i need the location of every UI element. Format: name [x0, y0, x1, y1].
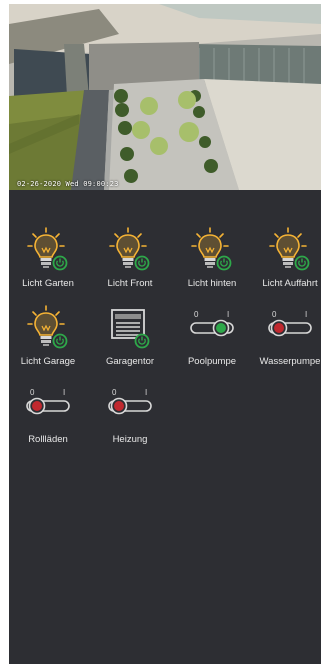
tile-label: Licht Garage: [20, 356, 76, 367]
tile-licht-garten[interactable]: Licht Garten: [9, 226, 87, 296]
light-bulb-icon: [191, 227, 232, 271]
tile-label: Garagentor: [105, 356, 155, 367]
tile-heizung[interactable]: 0 I Heizung: [91, 382, 169, 452]
dashboard-panel: 02-26-2020 Wed 09:00:23 Licht Garten Lic…: [9, 4, 321, 664]
switch-on-mark: I: [145, 388, 147, 397]
light-bulb-icon: [27, 305, 68, 349]
tile-licht-front[interactable]: Licht Front: [91, 226, 169, 296]
tile-label: Licht Front: [107, 278, 153, 289]
switch-off-mark: 0: [194, 310, 199, 319]
camera-feed[interactable]: 02-26-2020 Wed 09:00:23: [9, 4, 321, 190]
tile-label: Rollläden: [28, 434, 68, 445]
tile-label: Licht Auffahrt: [262, 278, 318, 289]
switch-on-mark: I: [305, 310, 307, 319]
switch-off-mark: 0: [30, 388, 35, 397]
tile-label: Wasserpumpe: [259, 356, 321, 367]
light-bulb-icon: [109, 227, 150, 271]
switch-off-mark: 0: [112, 388, 117, 397]
tile-garagentor[interactable]: Garagentor: [91, 304, 169, 374]
tile-licht-hinten[interactable]: Licht hinten: [173, 226, 251, 296]
tile-poolpumpe[interactable]: 0 I Poolpumpe: [173, 304, 251, 374]
tile-label: Licht hinten: [187, 278, 237, 289]
tile-rolllaeden[interactable]: 0 I Rollläden: [9, 382, 87, 452]
switch-on-mark: I: [63, 388, 65, 397]
tile-licht-garage[interactable]: Licht Garage: [9, 304, 87, 374]
tile-label: Heizung: [112, 434, 148, 445]
toggle-switch-off-icon: 0 I: [268, 310, 312, 337]
toggle-switch-on-icon: 0 I: [190, 310, 234, 337]
light-bulb-icon: [27, 227, 68, 271]
camera-image: [9, 4, 321, 190]
tile-wasserpumpe[interactable]: 0 I Wasserpumpe: [251, 304, 321, 374]
switch-on-mark: I: [227, 310, 229, 319]
camera-timestamp: 02-26-2020 Wed 09:00:23: [17, 180, 119, 188]
toggle-switch-off-icon: 0 I: [108, 388, 152, 415]
toggle-switch-off-icon: 0 I: [26, 388, 70, 415]
tile-label: Poolpumpe: [187, 356, 237, 367]
tile-licht-auffahrt[interactable]: Licht Auffahrt: [251, 226, 321, 296]
tile-label: Licht Garten: [22, 278, 74, 289]
garage-door-icon: [111, 309, 150, 349]
switch-off-mark: 0: [272, 310, 277, 319]
light-bulb-icon: [269, 227, 310, 271]
